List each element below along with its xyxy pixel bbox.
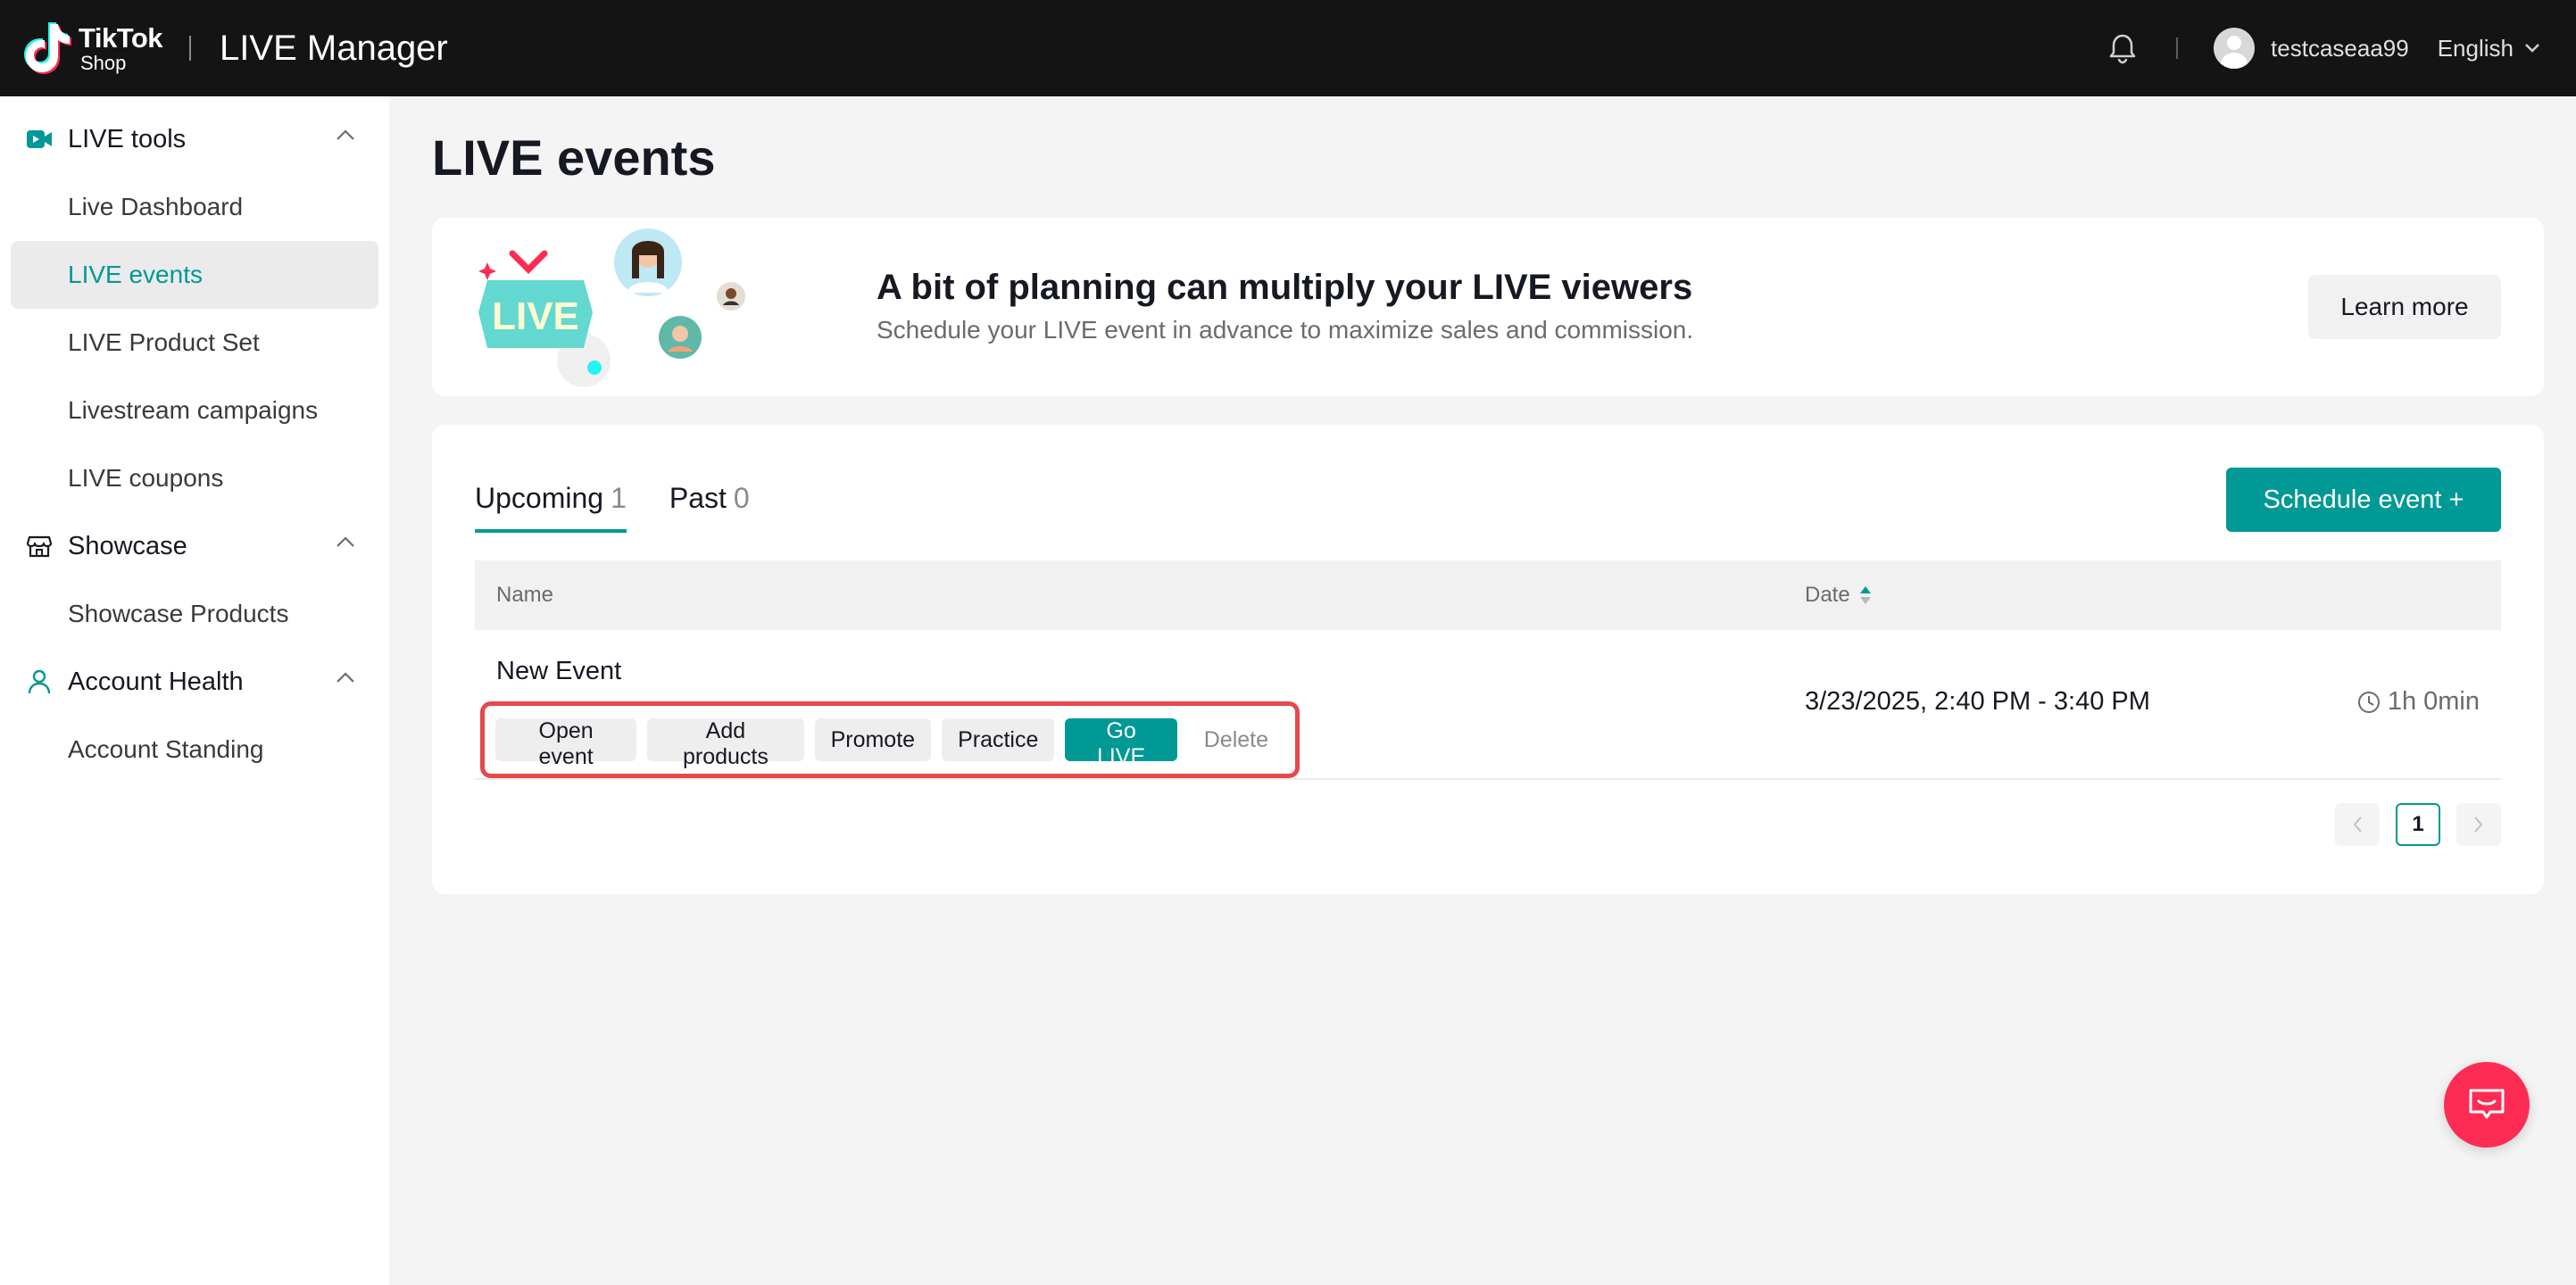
avatar[interactable] <box>2214 28 2256 69</box>
tiktok-shop-logo[interactable]: TikTok Shop <box>23 21 163 76</box>
event-date: 3/23/2025, 2:40 PM - 3:40 PM <box>1805 687 2150 716</box>
tab-label: Upcoming <box>475 482 604 514</box>
chevron-up-icon <box>337 672 354 683</box>
person-icon <box>25 667 54 696</box>
table-header: Name Date <box>475 560 2501 630</box>
tab-count: 0 <box>733 482 750 514</box>
column-header-date[interactable]: Date <box>1805 583 1872 608</box>
sidebar-group-label: Showcase <box>68 531 187 560</box>
sidebar-item-live-events[interactable]: LIVE events <box>11 241 378 309</box>
tab-upcoming[interactable]: Upcoming 1 <box>475 482 627 533</box>
chat-support-button[interactable] <box>2444 1062 2530 1148</box>
go-live-button[interactable]: Go LIVE <box>1065 718 1177 769</box>
chevron-left-icon <box>2353 817 2362 833</box>
chevron-up-icon <box>337 536 354 547</box>
learn-more-button[interactable]: Learn more <box>2308 275 2501 339</box>
column-header-name: Name <box>496 583 554 607</box>
username[interactable]: testcaseaa99 <box>2271 35 2409 62</box>
sidebar-item-account-standing[interactable]: Account Standing <box>11 716 378 783</box>
schedule-event-button[interactable]: Schedule event + <box>2226 468 2501 532</box>
sidebar-item-live-coupons[interactable]: LIVE coupons <box>11 444 378 512</box>
tab-past[interactable]: Past 0 <box>669 482 750 533</box>
logo-brand: TikTok <box>79 21 163 54</box>
event-name[interactable]: New Event <box>496 657 621 686</box>
practice-button[interactable]: Practice <box>942 718 1055 761</box>
banner-heading: A bit of planning can multiply your LIVE… <box>877 268 1693 307</box>
store-icon <box>25 532 54 560</box>
next-page-button[interactable] <box>2456 803 2501 846</box>
chevron-down-icon <box>2525 44 2539 53</box>
event-actions-highlight: Open event Add products Promote Practice… <box>480 701 1300 778</box>
clock-icon <box>2357 691 2380 713</box>
top-bar: TikTok Shop LIVE Manager testcaseaa99 En… <box>0 0 2576 96</box>
sidebar-group-label: Account Health <box>68 667 244 696</box>
chat-icon <box>2469 1089 2505 1119</box>
delete-button[interactable]: Delete <box>1188 718 1284 761</box>
sidebar: LIVE tools Live Dashboard LIVE events LI… <box>0 96 389 1285</box>
sort-icon <box>1859 586 1871 604</box>
page-title: LIVE events <box>432 129 716 186</box>
prev-page-button[interactable] <box>2335 803 2380 846</box>
banner-subtext: Schedule your LIVE event in advance to m… <box>877 316 1694 344</box>
sidebar-group-account-health[interactable]: Account Health <box>0 648 389 716</box>
header-divider-right <box>2176 37 2179 59</box>
sidebar-group-label: LIVE tools <box>68 124 187 153</box>
header-actions: testcaseaa99 English <box>2105 0 2540 96</box>
promote-button[interactable]: Promote <box>814 718 932 761</box>
sidebar-item-live-product-set[interactable]: LIVE Product Set <box>11 309 378 377</box>
promo-banner: LIVE A bit of planning can multiply your… <box>432 218 2544 396</box>
chevron-right-icon <box>2474 817 2483 833</box>
language-label: English <box>2437 34 2514 62</box>
tab-label: Past <box>669 482 727 514</box>
bell-icon[interactable] <box>2105 30 2140 66</box>
sidebar-item-showcase-products[interactable]: Showcase Products <box>11 580 378 648</box>
sidebar-group-showcase[interactable]: Showcase <box>0 512 389 580</box>
add-products-button[interactable]: Add products <box>647 718 804 769</box>
sidebar-item-live-dashboard[interactable]: Live Dashboard <box>11 173 378 241</box>
event-duration: 1h 0min <box>2357 687 2480 717</box>
live-badge-text: LIVE <box>492 294 579 338</box>
app-title: LIVE Manager <box>220 28 448 68</box>
video-icon <box>25 125 54 153</box>
sidebar-item-livestream-campaigns[interactable]: Livestream campaigns <box>11 377 378 444</box>
logo-sub: Shop <box>80 51 127 74</box>
events-card: Upcoming 1 Past 0 Schedule event + Name … <box>432 425 2544 894</box>
logo-text: TikTok Shop <box>79 21 163 74</box>
pagination: 1 <box>2319 803 2501 846</box>
live-illustration: LIVE <box>478 228 745 387</box>
column-header-date-label: Date <box>1805 583 1850 607</box>
tiktok-logo-icon <box>24 22 71 74</box>
sidebar-group-live-tools[interactable]: LIVE tools <box>0 105 389 173</box>
chevron-up-icon <box>337 129 354 140</box>
header-divider <box>189 36 192 61</box>
tab-count: 1 <box>611 482 627 514</box>
event-tabs: Upcoming 1 Past 0 <box>475 482 793 533</box>
language-selector[interactable]: English <box>2438 35 2540 62</box>
page-number-current[interactable]: 1 <box>2396 803 2440 846</box>
duration-text: 1h 0min <box>2387 687 2480 716</box>
open-event-button[interactable]: Open event <box>495 718 637 769</box>
table-row: New Event Open event Add products Promot… <box>475 630 2501 780</box>
